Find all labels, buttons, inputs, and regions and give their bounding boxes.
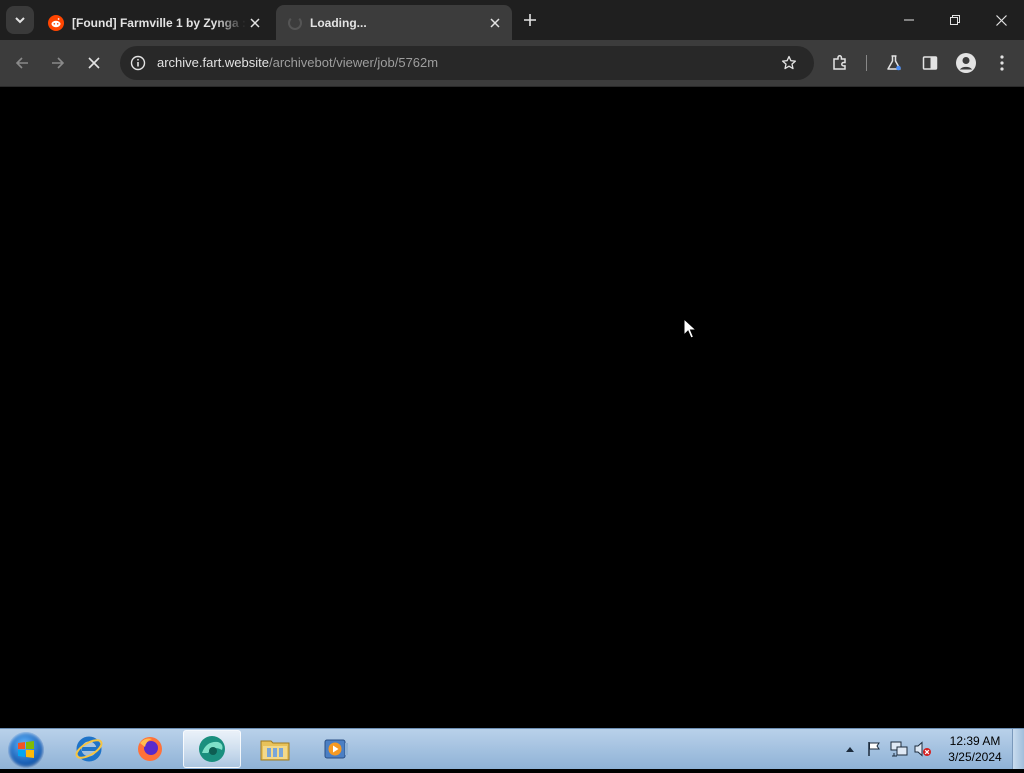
profile-button[interactable] xyxy=(952,49,980,77)
url-text: archive.fart.website/archivebot/viewer/j… xyxy=(157,55,438,70)
plus-icon xyxy=(524,14,536,26)
minimize-icon xyxy=(904,19,914,21)
mouse-cursor-icon xyxy=(683,318,697,339)
taskbar: 12:39 AM 3/25/2024 xyxy=(0,728,1024,769)
file-explorer-icon xyxy=(260,740,290,761)
media-player-icon xyxy=(324,739,348,759)
action-center-flag-icon[interactable] xyxy=(866,741,882,757)
close-window-button[interactable] xyxy=(978,0,1024,40)
more-vertical-icon xyxy=(1000,55,1004,71)
site-info-icon xyxy=(130,55,146,71)
show-hidden-icons-icon[interactable] xyxy=(845,745,855,753)
puzzle-icon xyxy=(833,55,846,70)
side-panel-icon xyxy=(922,56,938,70)
firefox-icon xyxy=(138,737,162,761)
back-button[interactable] xyxy=(8,49,36,77)
taskbar-firefox[interactable] xyxy=(121,730,179,768)
browser-icon xyxy=(199,736,225,762)
close-icon xyxy=(88,57,100,69)
tab-title: Loading... xyxy=(310,15,367,30)
tab-search-button[interactable] xyxy=(6,6,34,34)
toolbar-separator xyxy=(866,55,867,71)
tab-title: [Found] Farmville 1 by Zynga : xyxy=(72,15,246,30)
url-host: archive.fart.website xyxy=(157,55,269,70)
windows-logo-icon xyxy=(18,741,34,758)
url-path: /archivebot/viewer/job/5762m xyxy=(269,55,439,70)
stop-loading-button[interactable] xyxy=(80,49,108,77)
arrow-left-icon xyxy=(15,57,28,69)
taskbar-internet-explorer[interactable] xyxy=(60,730,118,768)
restore-icon xyxy=(950,15,960,25)
restore-button[interactable] xyxy=(932,0,978,40)
page-viewport[interactable] xyxy=(0,87,1024,728)
close-tab-button[interactable] xyxy=(486,14,504,32)
bookmark-star-icon[interactable] xyxy=(781,55,797,71)
clock-date: 3/25/2024 xyxy=(948,750,1002,764)
flask-icon xyxy=(887,55,901,71)
internet-explorer-icon xyxy=(75,736,103,762)
labs-button[interactable] xyxy=(880,49,908,77)
close-icon xyxy=(250,17,260,28)
browser-toolbar: archive.fart.website/archivebot/viewer/j… xyxy=(0,40,1024,87)
new-tab-button[interactable] xyxy=(518,8,542,32)
tab-loading[interactable]: Loading... xyxy=(276,5,512,40)
system-clock[interactable]: 12:39 AM 3/25/2024 xyxy=(944,733,1006,765)
taskbar-browser-active[interactable] xyxy=(183,730,241,768)
show-desktop-button[interactable] xyxy=(1012,729,1024,769)
extensions-button[interactable] xyxy=(826,49,854,77)
chevron-down-icon xyxy=(15,17,25,24)
reddit-icon xyxy=(48,14,64,31)
volume-muted-icon[interactable] xyxy=(914,741,932,757)
forward-button[interactable] xyxy=(44,49,72,77)
arrow-right-icon xyxy=(52,57,65,69)
close-icon xyxy=(995,14,1007,26)
tab-strip: [Found] Farmville 1 by Zynga : Loading..… xyxy=(0,0,1024,40)
loading-spinner-icon xyxy=(288,15,302,30)
address-bar[interactable]: archive.fart.website/archivebot/viewer/j… xyxy=(120,46,814,80)
close-icon xyxy=(490,17,500,28)
profile-icon xyxy=(956,53,976,73)
taskbar-media-player[interactable] xyxy=(307,730,365,768)
side-panel-button[interactable] xyxy=(916,49,944,77)
taskbar-file-explorer[interactable] xyxy=(246,730,304,768)
clock-time: 12:39 AM xyxy=(949,734,1001,748)
tab-farmville[interactable]: [Found] Farmville 1 by Zynga : xyxy=(40,5,272,40)
network-icon[interactable] xyxy=(890,741,908,757)
start-button[interactable] xyxy=(8,732,44,768)
close-tab-button[interactable] xyxy=(246,14,264,32)
minimize-button[interactable] xyxy=(886,0,932,40)
menu-button[interactable] xyxy=(988,49,1016,77)
